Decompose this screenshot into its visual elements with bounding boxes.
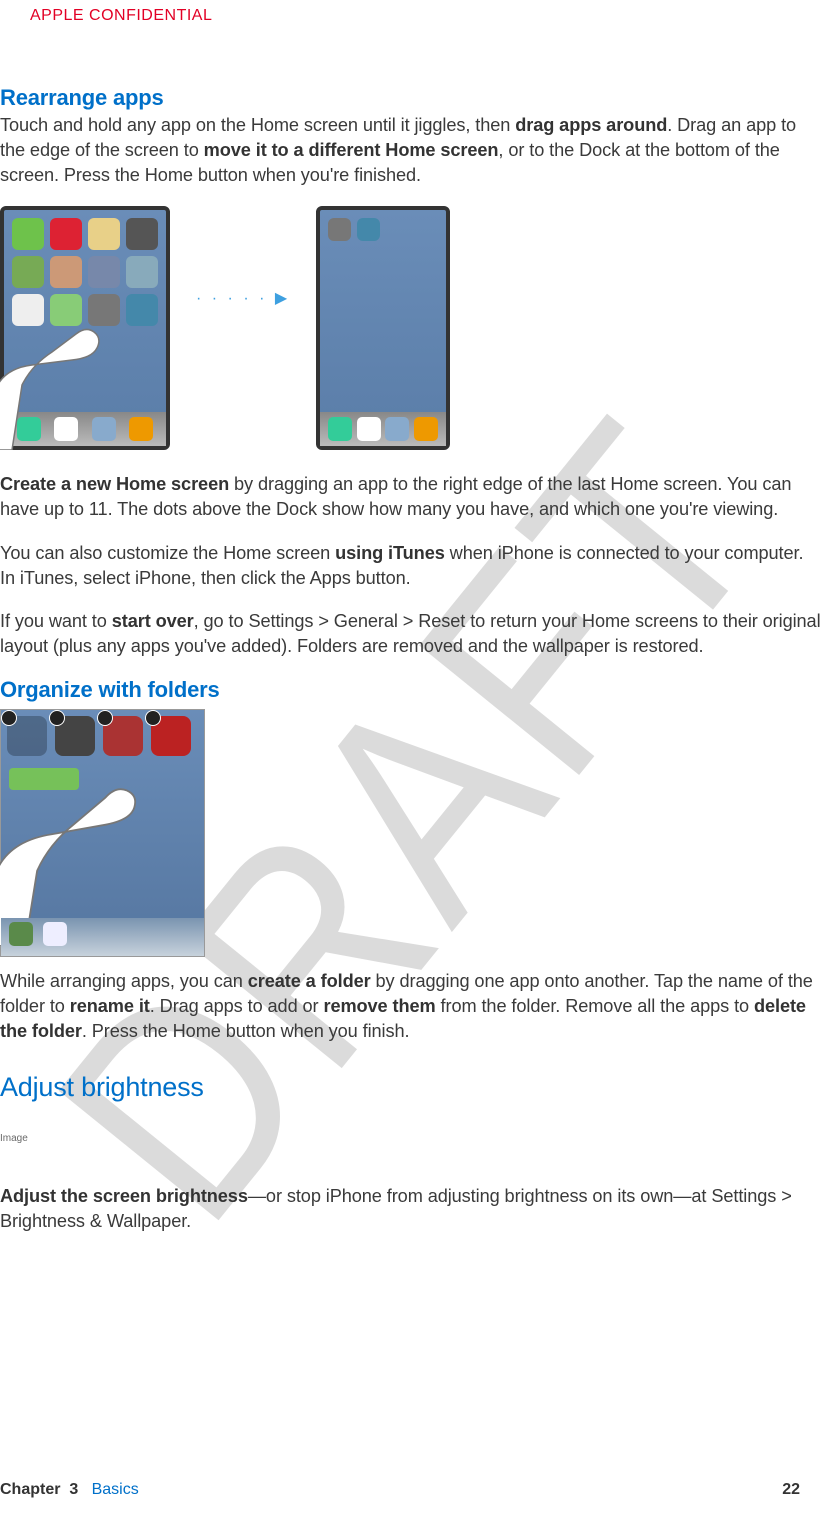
folders-p1: While arranging apps, you can create a f… [0,969,822,1044]
section-title-folders: Organize with folders [0,677,822,703]
rearrange-p2: Create a new Home screen by dragging an … [0,472,822,522]
section-title-brightness: Adjust brightness [0,1072,822,1103]
section-title-rearrange: Rearrange apps [0,85,822,111]
hand-gesture-icon [0,310,122,450]
brightness-p1: Adjust the screen brightness—or stop iPh… [0,1184,822,1234]
arrow-dots-icon: · · · · · ▶ [196,288,290,308]
image-placeholder-label: Image [0,1133,822,1144]
rearrange-illustration: · · · · · ▶ [0,206,822,450]
rearrange-p4: If you want to start over, go to Setting… [0,609,822,659]
folders-illustration [0,709,205,957]
confidential-header: APPLE CONFIDENTIAL [0,0,822,25]
rearrange-intro: Touch and hold any app on the Home scree… [0,113,822,188]
rearrange-p3: You can also customize the Home screen u… [0,541,822,591]
phone-right [316,206,450,450]
page-number: 22 [782,1481,800,1499]
page-footer: Chapter 3 Basics 22 [0,1481,800,1499]
